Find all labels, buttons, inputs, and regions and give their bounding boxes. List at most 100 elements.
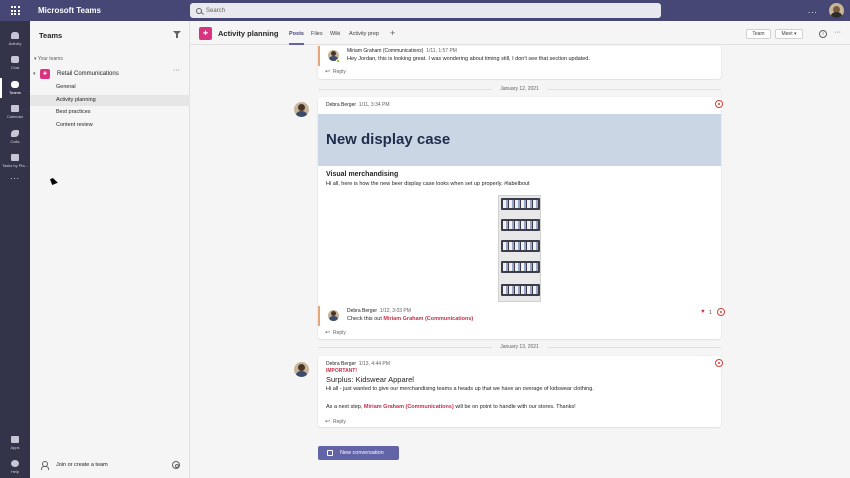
- avatar[interactable]: [328, 310, 339, 321]
- chat-icon: [11, 56, 19, 63]
- photo-shelf: [501, 284, 540, 296]
- channel-title: Activity planning: [218, 29, 279, 38]
- date-divider: January 13, 2021: [318, 343, 721, 351]
- timestamp: 1/13, 4:44 PM: [358, 361, 390, 367]
- date-divider: January 12, 2021: [318, 85, 721, 93]
- compose-icon: [327, 450, 333, 456]
- message-meta: Miriam Graham (Communications) 1/11, 1:5…: [347, 48, 457, 54]
- app-launcher-icon[interactable]: [0, 0, 30, 21]
- photo-shelf: [501, 219, 540, 231]
- team-more-options[interactable]: ···: [173, 67, 180, 74]
- rail-item-help[interactable]: Help: [0, 455, 30, 478]
- tab-posts[interactable]: Posts: [289, 31, 304, 45]
- team-retail-communications[interactable]: ▾ ✚ Retail Communications ···: [30, 67, 190, 80]
- join-create-team[interactable]: Join or create a team: [30, 458, 190, 472]
- section-header[interactable]: ▾ Your teams: [34, 56, 63, 62]
- thread-reply: Debra Berger 1/12, 3:03 PM Check this ou…: [318, 306, 725, 326]
- channel-activity-planning[interactable]: Activity planning: [30, 95, 190, 106]
- search-placeholder: Search: [206, 7, 226, 14]
- channel-best-practices[interactable]: Best practices: [30, 107, 190, 118]
- rail-item-tasks[interactable]: Tasks by Pla...: [0, 149, 30, 173]
- display-case-photo[interactable]: [498, 195, 541, 302]
- teams-icon: [11, 81, 19, 88]
- tab-files[interactable]: Files: [311, 31, 323, 45]
- rail-label: Chat: [10, 65, 20, 70]
- team-avatar: ✚: [40, 68, 50, 79]
- avatar[interactable]: [294, 362, 309, 377]
- title-bar: Microsoft Teams Search ...: [0, 0, 850, 21]
- join-label: Join or create a team: [56, 462, 108, 468]
- app-rail: Activity Chat Teams Calendar Calls Tasks…: [0, 21, 30, 478]
- more-apps-icon[interactable]: ...: [0, 172, 30, 181]
- mention[interactable]: Miriam Graham (Communications): [364, 404, 454, 410]
- message-text: Hi all, here is how the new beer display…: [326, 181, 530, 187]
- rail-item-calls[interactable]: Calls: [0, 125, 30, 149]
- message-prefix: As a next step,: [326, 404, 363, 410]
- tab-activity-prep[interactable]: Activity prep: [349, 31, 379, 45]
- photo-shelf: [501, 240, 540, 252]
- timestamp: 1/11, 1:57 PM: [426, 48, 457, 54]
- add-tab-button[interactable]: +: [390, 28, 395, 38]
- rail-item-activity[interactable]: Activity: [0, 27, 30, 51]
- photo-shelf: [501, 261, 540, 273]
- message-meta: Debra Berger 1/13, 4:44 PM: [326, 361, 390, 367]
- tab-wiki[interactable]: Wiki: [330, 31, 340, 45]
- rail-item-chat[interactable]: Chat: [0, 51, 30, 75]
- team-button[interactable]: Team: [746, 29, 771, 39]
- reply-button[interactable]: Reply: [325, 329, 346, 336]
- reply-button[interactable]: Reply: [325, 68, 346, 75]
- filter-icon[interactable]: [173, 31, 181, 38]
- prior-thread-card: Miriam Graham (Communications) 1/11, 1:5…: [318, 46, 721, 79]
- post-surplus-kidswear: Debra Berger 1/13, 4:44 PM IMPORTANT! Su…: [318, 356, 723, 427]
- meet-button[interactable]: Meet ▾: [775, 29, 803, 39]
- profile-avatar[interactable]: [829, 3, 844, 18]
- message-text: Check this out Miriam Graham (Communicat…: [347, 316, 473, 322]
- channel-content-review[interactable]: Content review: [30, 120, 190, 131]
- info-icon[interactable]: i: [819, 30, 827, 38]
- date-label: January 12, 2021: [500, 86, 539, 92]
- apps-icon: [11, 436, 19, 443]
- rail-label: Teams: [9, 90, 21, 95]
- message-feed: Miriam Graham (Communications) 1/11, 1:5…: [190, 46, 850, 478]
- help-icon: [11, 460, 19, 467]
- rail-label: Apps: [10, 445, 20, 450]
- team-button-label: Team: [752, 31, 765, 37]
- reply-button[interactable]: Reply: [325, 418, 346, 425]
- author-name: Miriam Graham (Communications): [347, 48, 424, 54]
- more-options-icon[interactable]: ...: [808, 6, 818, 15]
- timestamp: 1/12, 3:03 PM: [379, 308, 411, 314]
- bell-icon: [11, 32, 19, 39]
- gear-icon[interactable]: [172, 461, 180, 469]
- teams-window: Microsoft Teams Search ... Activity Chat…: [0, 0, 850, 478]
- message-text: As a next step, Miriam Graham (Communica…: [326, 404, 576, 410]
- search-input[interactable]: Search: [190, 3, 661, 18]
- status-indicator: [336, 59, 340, 63]
- card-banner: New display case: [318, 114, 721, 166]
- section-label: Your teams: [37, 56, 63, 62]
- new-conversation-button[interactable]: New conversation: [318, 446, 399, 460]
- header-more-options[interactable]: ···: [834, 29, 841, 36]
- phone-icon: [11, 130, 19, 137]
- reaction-icon[interactable]: [715, 359, 723, 367]
- message-subject: Surplus: Kidswear Apparel: [326, 375, 414, 384]
- date-label: January 13, 2021: [500, 344, 539, 350]
- reaction-icon[interactable]: [715, 100, 723, 108]
- mention[interactable]: Miriam Graham (Communications): [383, 316, 473, 322]
- channel-general[interactable]: General: [30, 82, 190, 93]
- rail-item-teams[interactable]: Teams: [0, 76, 30, 100]
- reaction-count: 1: [709, 310, 712, 316]
- post-new-display-case: Debra Berger 1/11, 3:34 PM New display c…: [318, 97, 725, 339]
- photo-shelf: [501, 198, 540, 210]
- avatar[interactable]: [294, 102, 309, 117]
- app-title: Microsoft Teams: [38, 6, 101, 15]
- rail-item-calendar[interactable]: Calendar: [0, 100, 30, 124]
- heart-icon[interactable]: ♥: [701, 309, 705, 315]
- rail-label: Help: [10, 469, 20, 474]
- reaction-icon[interactable]: [717, 308, 725, 316]
- rail-item-apps[interactable]: Apps: [0, 431, 30, 455]
- panel-title: Teams: [39, 31, 63, 40]
- rail-label: Tasks by Pla...: [2, 163, 28, 168]
- message-prefix: Check this out: [347, 316, 382, 322]
- banner-title: New display case: [326, 131, 451, 148]
- important-label: IMPORTANT!: [326, 368, 358, 374]
